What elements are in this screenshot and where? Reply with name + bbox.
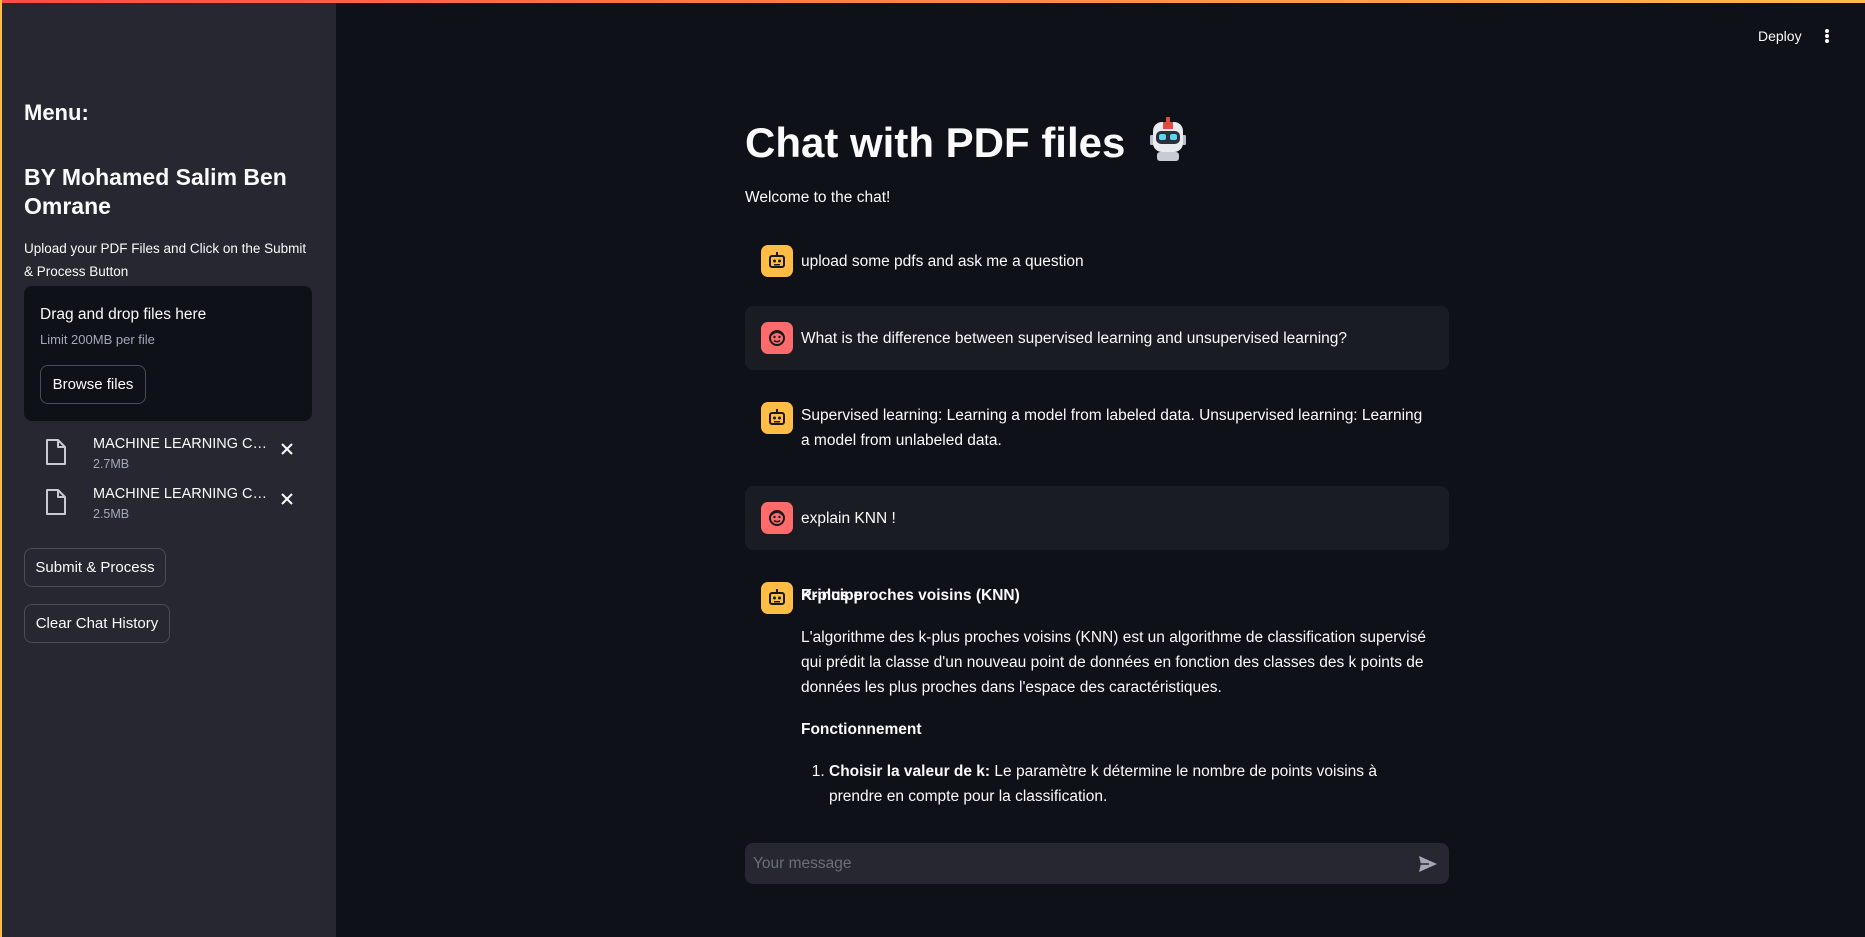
message-text: upload some pdfs and ask me a question (801, 253, 1084, 270)
sidebar-menu-title: Menu: (24, 100, 89, 125)
step-title: Choisir la valeur de k: (829, 763, 991, 780)
sidebar-author: BY Mohamed Salim Ben Omrane (24, 164, 287, 219)
submit-process-button[interactable]: Submit & Process (24, 548, 166, 587)
assistant-avatar-icon (761, 582, 793, 614)
message-text: explain KNN ! (801, 510, 896, 527)
uploaded-file-item: MACHINE LEARNING COURS 2.pdf 2.5MB (44, 482, 314, 526)
message-text: What is the difference between supervise… (801, 330, 1348, 347)
page-title-text: Chat with PDF files (745, 119, 1126, 166)
assistant-avatar-icon (761, 402, 793, 434)
remove-file-icon[interactable] (278, 440, 296, 458)
dropzone-limit: Limit 200MB per file (40, 332, 155, 347)
chat-message-assistant: upload some pdfs and ask me a question (745, 237, 1449, 293)
message-text: Supervised learning: Learning a model fr… (801, 407, 1423, 449)
chat-message-user: What is the difference between supervise… (745, 306, 1449, 370)
answer-subheading: Principe (801, 587, 863, 604)
file-size: 2.7MB (93, 457, 130, 471)
answer-step: Choisir la valeur de k: Le paramètre k d… (829, 759, 1431, 809)
user-avatar-icon (761, 322, 793, 354)
top-decoration-bar (0, 0, 1865, 3)
file-icon (46, 439, 66, 465)
chat-message-assistant: Supervised learning: Learning a model fr… (745, 386, 1449, 464)
answer-steps-list: Choisir la valeur de k: Le paramètre k d… (801, 759, 1431, 809)
answer-paragraph: L'algorithme des k-plus proches voisins … (801, 629, 1426, 696)
send-icon[interactable] (1417, 853, 1439, 875)
browse-files-button[interactable]: Browse files (40, 365, 146, 404)
answer-body: Principe L'algorithme des k-plus proches… (801, 583, 1431, 823)
file-name: MACHINE LEARNING COURS 2.pdf (93, 486, 277, 502)
remove-file-icon[interactable] (278, 490, 296, 508)
answer-subheading: Fonctionnement (801, 721, 922, 738)
robot-emoji-icon (1150, 117, 1187, 161)
dropzone-title: Drag and drop files here (40, 306, 207, 323)
sidebar: Menu: BY Mohamed Salim Ben Omrane Upload… (0, 0, 336, 937)
clear-chat-history-button[interactable]: Clear Chat History (24, 604, 170, 643)
page-title: Chat with PDF files (745, 117, 1191, 167)
file-uploader-dropzone[interactable]: Drag and drop files here Limit 200MB per… (24, 286, 312, 421)
file-name: MACHINE LEARNING COURS.pdf (93, 436, 277, 452)
uploaded-file-item: MACHINE LEARNING COURS.pdf 2.7MB (44, 432, 314, 476)
sidebar-instructions: Upload your PDF Files and Click on the S… (24, 241, 307, 279)
welcome-text: Welcome to the chat! (745, 189, 891, 206)
chat-input-box (745, 843, 1449, 884)
file-icon (46, 489, 66, 515)
chat-message-input[interactable] (753, 851, 1393, 876)
kebab-menu-icon[interactable] (1820, 26, 1834, 46)
deploy-button[interactable]: Deploy (1758, 28, 1802, 44)
window-edge (0, 0, 2, 937)
assistant-avatar-icon (761, 245, 793, 277)
file-size: 2.5MB (93, 507, 130, 521)
chat-message-user: explain KNN ! (745, 486, 1449, 550)
user-avatar-icon (761, 502, 793, 534)
